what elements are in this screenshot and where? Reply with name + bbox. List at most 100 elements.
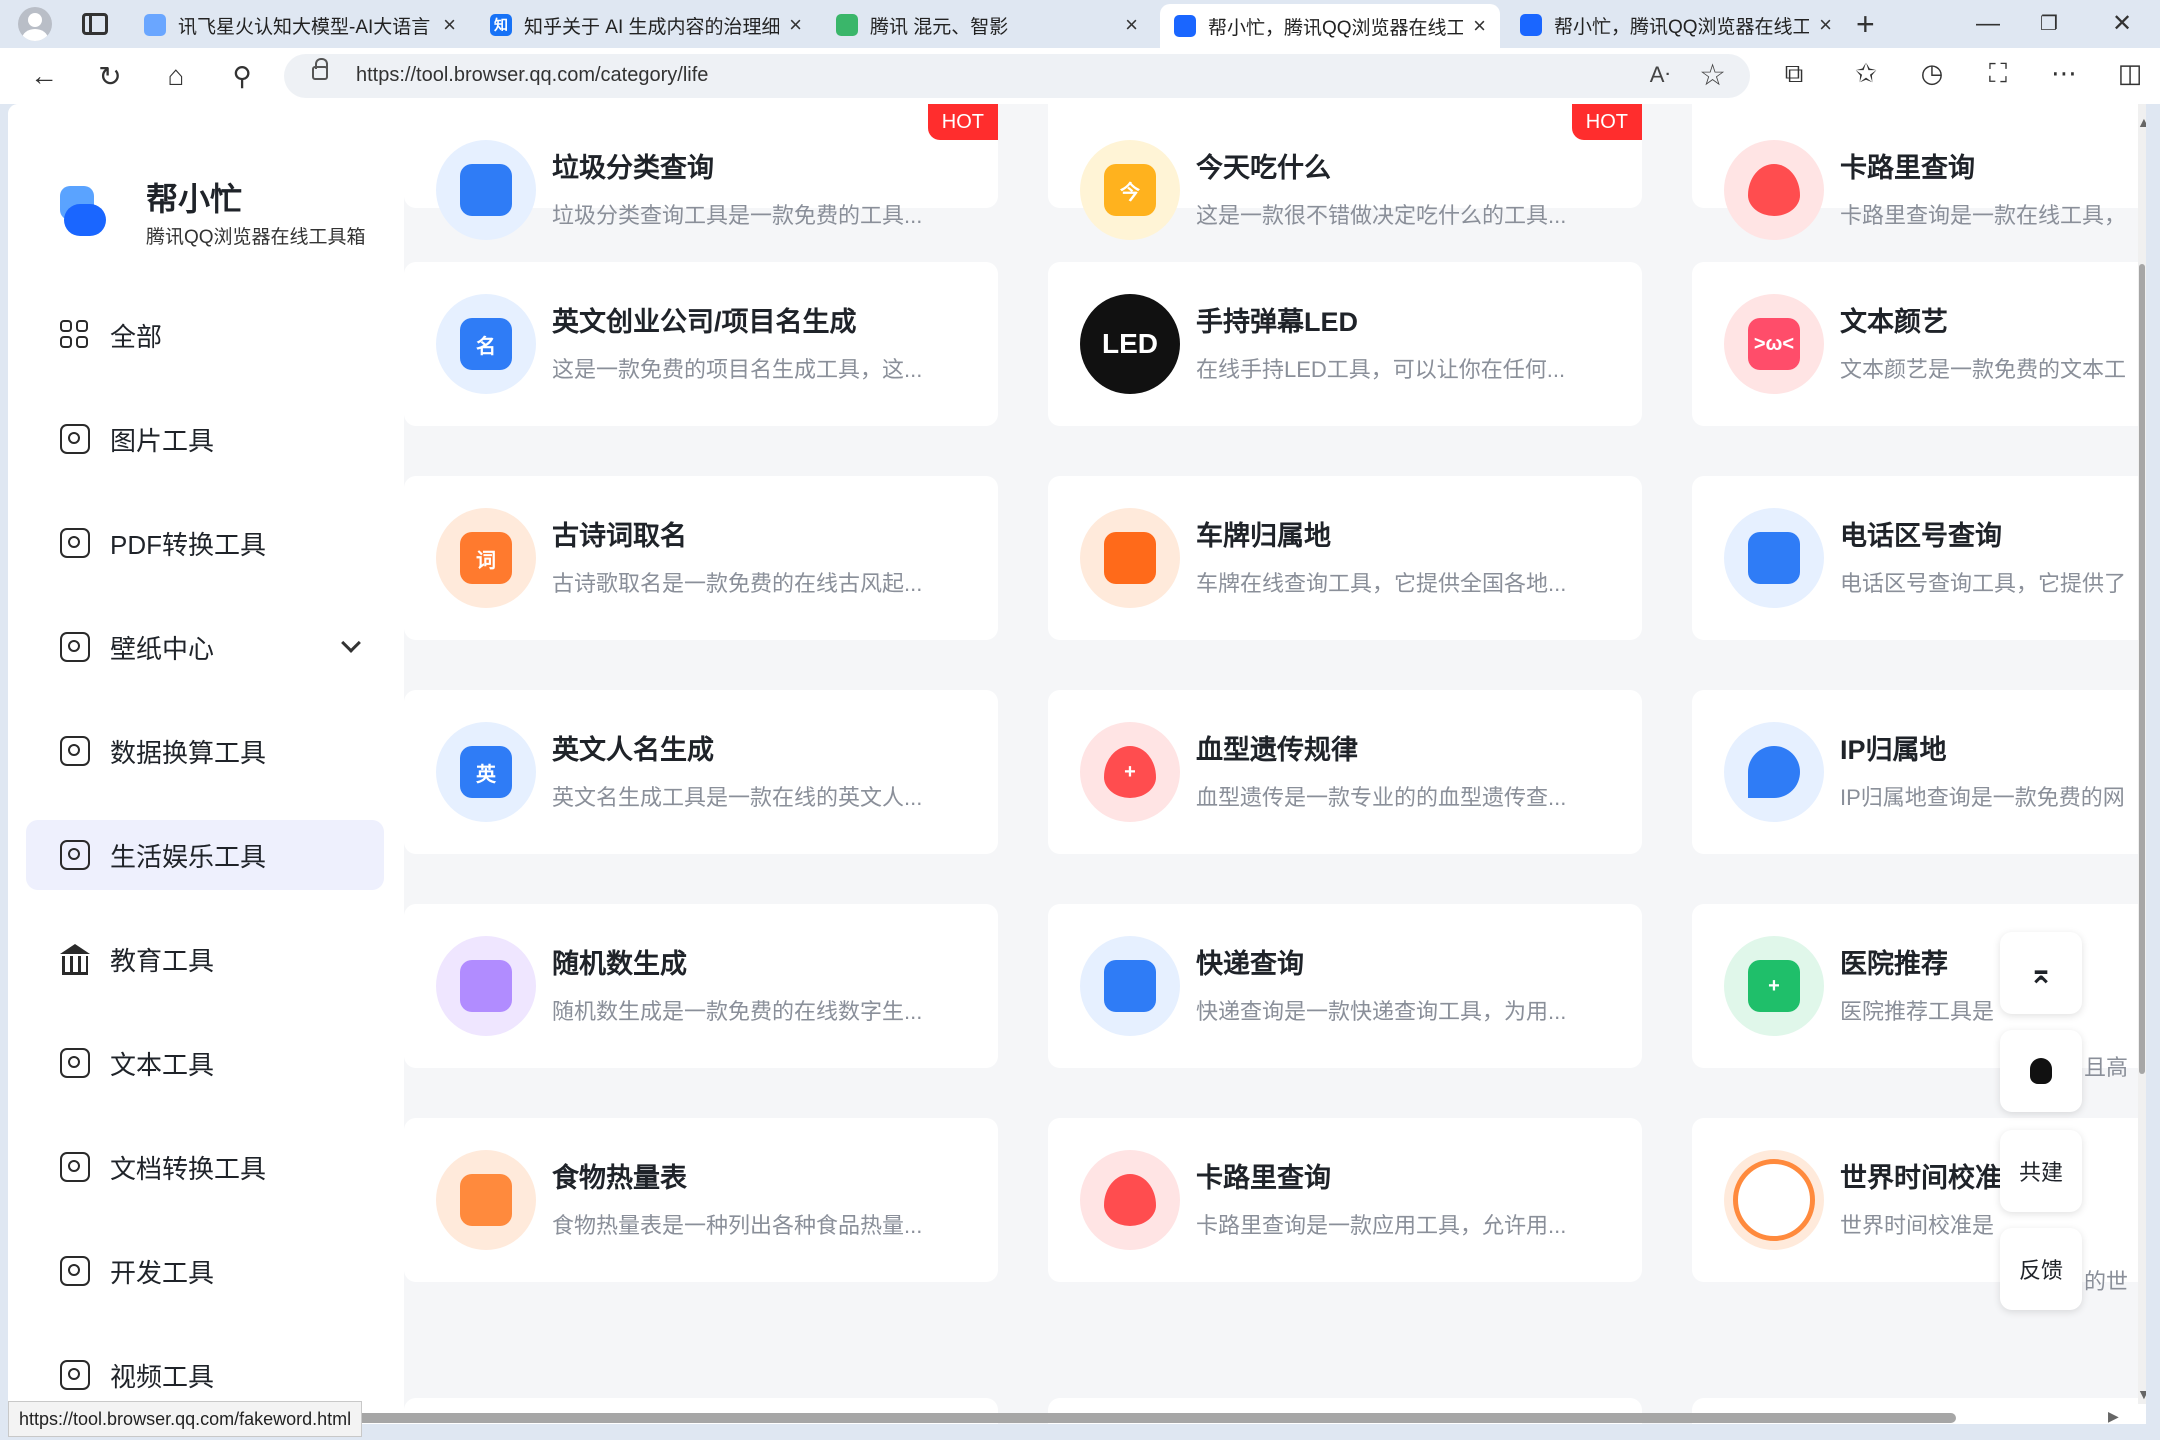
back-icon[interactable]: ← — [24, 56, 64, 96]
chevron-down-icon[interactable] — [341, 633, 361, 653]
flame-icon — [1080, 1150, 1180, 1250]
trash-bin-icon — [436, 140, 536, 240]
cocreate-button[interactable]: 共建 — [2000, 1130, 2082, 1212]
card-title: 医院推荐 — [1840, 949, 1948, 979]
browser-tab[interactable]: 帮小忙，腾讯QQ浏览器在线工 × — [1160, 4, 1500, 48]
favorites-icon[interactable]: ✩ — [1846, 58, 1886, 89]
card-title: 英文人名生成 — [552, 735, 714, 765]
horizontal-scrollbar-thumb[interactable] — [356, 1413, 1956, 1423]
tool-card[interactable]: IP归属地 IP归属地查询是一款免费的网 — [1692, 690, 2146, 854]
extensions-icon[interactable]: ⧉ — [1774, 58, 1814, 90]
refresh-icon[interactable]: ↻ — [90, 56, 130, 96]
browser-tab[interactable]: 腾讯 混元、智影 × — [822, 6, 1152, 44]
profile-avatar-icon[interactable] — [18, 7, 52, 41]
favorite-star-icon[interactable]: ☆ — [1699, 58, 1726, 93]
new-tab-button[interactable]: + — [1856, 6, 1875, 42]
browser-tab[interactable]: 知知乎关于 AI 生成内容的治理细 × — [476, 6, 816, 44]
bangxiaomang-icon — [1174, 15, 1196, 37]
scroll-down-arrow-icon[interactable]: ▼ — [2137, 1386, 2146, 1402]
car-search-icon — [1080, 508, 1180, 608]
tool-card[interactable]: 词古诗词取名 古诗歌取名是一款免费的在线古风起... — [404, 476, 998, 640]
qq-button[interactable] — [2000, 1030, 2082, 1112]
tool-card[interactable]: + 血型遗传规律 血型遗传是一款专业的的血型遗传查... — [1048, 690, 1642, 854]
workspaces-icon[interactable] — [82, 13, 108, 35]
card-title: 食物热量表 — [552, 1163, 687, 1193]
tool-card[interactable]: 车牌归属地 车牌在线查询工具，它提供全国各地... — [1048, 476, 1642, 640]
card-description: 电话区号查询工具，它提供了 — [1840, 571, 2127, 596]
restore-icon[interactable]: ❐ — [2040, 6, 2058, 42]
tool-card[interactable]: 垃圾分类查询 垃圾分类查询工具是一款免费的工具... HOT — [404, 104, 998, 240]
vertical-scrollbar-thumb[interactable] — [2139, 264, 2145, 1074]
sidebar-toggle-icon[interactable]: ◫ — [2110, 58, 2150, 89]
browser-tab[interactable]: 讯飞星火认知大模型-AI大语言 × — [130, 6, 470, 44]
tool-card[interactable]: 快递查询快递查询是一款快递查询工具，为用... — [1048, 904, 1642, 1068]
tab-title: 帮小忙，腾讯QQ浏览器在线工 — [1208, 17, 1464, 39]
sidebar-item-label: 开发工具 — [110, 1257, 215, 1288]
hunyuan-icon — [836, 14, 858, 36]
sidebar-item[interactable]: 文档转换工具 — [26, 1132, 384, 1202]
card-description: 这是一款很不错做决定吃什么的工具... — [1196, 203, 1567, 228]
browser-tab[interactable]: 帮小忙，腾讯QQ浏览器在线工 × — [1506, 6, 1846, 44]
sidebar-item[interactable]: 图片工具 — [26, 404, 384, 474]
tool-card[interactable]: LED 手持弹幕LED 在线手持LED工具，可以让你在任何... — [1048, 262, 1642, 426]
sidebar-item[interactable]: 数据换算工具 — [26, 716, 384, 786]
card-description: IP归属地查询是一款免费的网 — [1840, 785, 2125, 810]
sidebar-item[interactable]: 教育工具 — [26, 924, 384, 994]
card-description: 在线手持LED工具，可以让你在任何... — [1196, 357, 1566, 382]
tool-card[interactable]: 卡路里查询 卡路里查询是一款应用工具，允许用... — [1048, 1118, 1642, 1282]
feedback-button[interactable]: 反馈 — [2000, 1228, 2082, 1310]
card-title: 快递查询 — [1196, 949, 1304, 979]
tool-card[interactable]: 英英文人名生成 英文名生成工具是一款在线的英文人... — [404, 690, 998, 854]
sidebar-item[interactable]: 视频工具 — [26, 1340, 384, 1410]
flame-icon — [1724, 140, 1824, 240]
hot-badge: HOT — [927, 104, 998, 140]
read-aloud-icon[interactable]: Aᐧ — [1650, 62, 1670, 88]
tool-card[interactable]: 随机数生成随机数生成是一款免费的在线数字生... — [404, 904, 998, 1068]
close-tab-icon[interactable]: × — [1125, 12, 1138, 38]
tool-card[interactable]: 电话区号查询 电话区号查询工具，它提供了 — [1692, 476, 2146, 640]
close-tab-icon[interactable]: × — [443, 12, 456, 38]
tool-card[interactable]: >ω< 文本颜艺 文本颜艺是一款免费的文本工 — [1692, 262, 2146, 426]
close-tab-icon[interactable]: × — [789, 12, 802, 38]
document-icon — [60, 1152, 90, 1182]
text-icon — [60, 1048, 90, 1078]
card-description: 随机数生成是一款免费的在线数字生... — [552, 999, 923, 1024]
sidebar-item[interactable]: 开发工具 — [26, 1236, 384, 1306]
close-tab-icon[interactable]: × — [1473, 13, 1486, 39]
screenshot-icon[interactable]: ⛶ — [1978, 58, 2018, 90]
tab-title: 讯飞星火认知大模型-AI大语言 — [178, 16, 431, 38]
card-title: 随机数生成 — [552, 949, 687, 979]
url-text[interactable]: https://tool.browser.qq.com/category/lif… — [356, 64, 708, 87]
sidebar-item-label: 全部 — [110, 321, 163, 352]
sidebar-item[interactable]: PDF转换工具 — [26, 508, 384, 578]
tool-card[interactable]: 食物热量表 食物热量表是一种列出各种食品热量... — [404, 1118, 998, 1282]
sidebar-item[interactable]: 生活娱乐工具 — [26, 820, 384, 890]
pdf-icon — [60, 528, 90, 558]
scroll-right-arrow-icon[interactable]: ▶ — [2108, 1408, 2119, 1424]
blood-drop-icon: + — [1080, 722, 1180, 822]
brand-subtitle: 腾讯QQ浏览器在线工具箱 — [146, 227, 366, 248]
card-description: 文本颜艺是一款免费的文本工 — [1840, 357, 2127, 382]
home-icon[interactable]: ⌂ — [156, 56, 196, 96]
card-description: 血型遗传是一款专业的的血型遗传查... — [1196, 785, 1567, 810]
sidebar-item-label: 图片工具 — [110, 425, 215, 456]
tool-card[interactable]: 卡路里查询 卡路里查询是一款在线工具， — [1692, 104, 2146, 240]
food-bell-icon: 今 — [1080, 140, 1180, 240]
sidebar-item[interactable]: 文本工具 — [26, 1028, 384, 1098]
sidebar-item[interactable]: 全部 — [26, 300, 384, 370]
clock-icon — [1724, 1150, 1824, 1250]
close-tab-icon[interactable]: × — [1819, 12, 1832, 38]
card-description: 快递查询是一款快递查询工具，为用... — [1196, 999, 1567, 1024]
tool-card[interactable]: 名英文创业公司/项目名生成 这是一款免费的项目名生成工具，这... — [404, 262, 998, 426]
address-bar[interactable]: https://tool.browser.qq.com/category/lif… — [284, 54, 1750, 98]
minimize-icon[interactable]: — — [1976, 6, 2000, 42]
scroll-up-arrow-icon[interactable]: ▲ — [2137, 114, 2146, 130]
tool-card[interactable]: 今今天吃什么 这是一款很不错做决定吃什么的工具... HOT — [1048, 104, 1642, 240]
back-to-top-button[interactable]: ⌅ — [2000, 932, 2082, 1014]
sidebar-item[interactable]: 壁纸中心 — [26, 612, 384, 682]
history-icon[interactable]: ◷ — [1912, 58, 1952, 89]
more-menu-icon[interactable]: ⋯ — [2044, 58, 2084, 89]
close-window-icon[interactable]: ✕ — [2112, 6, 2132, 42]
education-icon — [60, 944, 90, 975]
search-icon[interactable]: ⚲ — [222, 56, 262, 96]
